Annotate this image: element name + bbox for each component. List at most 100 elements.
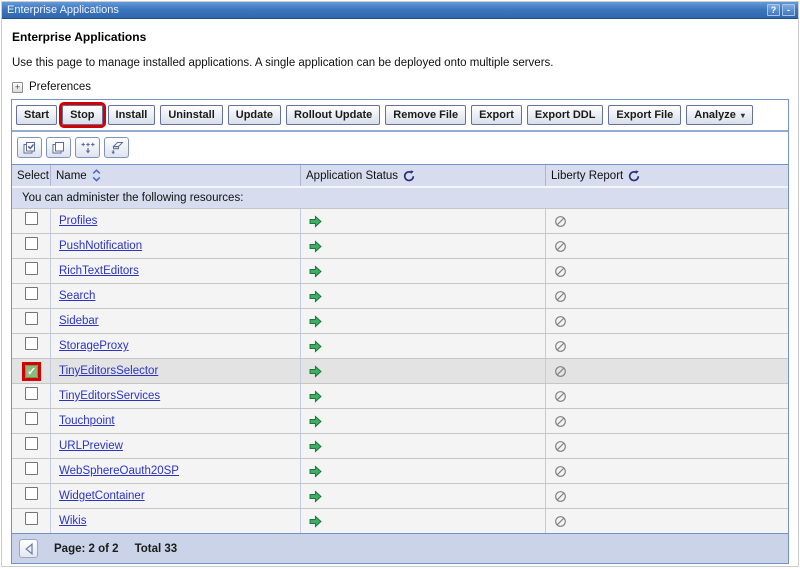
row-checkbox[interactable] [25,512,38,525]
row-checkbox[interactable] [25,237,38,250]
app-name-link[interactable]: RichTextEditors [59,265,139,277]
app-started-icon [309,240,322,253]
toolbar-button-uninstall[interactable]: Uninstall [160,105,222,125]
expand-icon[interactable]: + [12,82,23,93]
row-checkbox[interactable] [25,412,38,425]
app-started-icon [309,390,322,403]
table-row-storageproxy: StorageProxy [12,333,788,358]
row-checkbox[interactable] [25,437,38,450]
app-name-link[interactable]: Touchpoint [59,415,115,427]
app-name-link[interactable]: WebSphereOauth20SP [59,465,179,477]
app-name-link[interactable]: StorageProxy [59,340,129,352]
toolbar-button-export[interactable]: Export [471,105,522,125]
app-name-link[interactable]: TinyEditorsSelector [59,365,158,377]
not-available-icon [554,265,567,278]
app-started-icon [309,465,322,478]
column-header-select[interactable]: Select [12,165,50,186]
app-started-icon [309,315,322,328]
not-available-icon [554,415,567,428]
toolbar-button-export-file[interactable]: Export File [608,105,681,125]
preferences-label[interactable]: Preferences [29,81,91,93]
refresh-icon[interactable] [403,170,415,182]
app-name-link[interactable]: TinyEditorsServices [59,390,160,402]
table-header-row: Select Name Application Status Liberty R… [12,164,788,186]
table-row-tinyeditorsservices: TinyEditorsServices [12,383,788,408]
table-row-widgetcontainer: WidgetContainer [12,483,788,508]
app-name-link[interactable]: Search [59,290,95,302]
toolbar-button-stop[interactable]: Stop [62,105,102,125]
row-checkbox[interactable] [25,462,38,475]
portlet-window: Enterprise Applications ? - Enterprise A… [1,1,799,567]
row-checkbox[interactable] [25,487,38,500]
row-checkbox[interactable] [25,312,38,325]
row-checkbox[interactable] [25,387,38,400]
select-all-icon[interactable] [17,137,42,158]
column-header-application-status[interactable]: Application Status [300,165,545,186]
toolbar-button-update[interactable]: Update [228,105,281,125]
sort-updown-icon[interactable] [92,169,101,182]
toolbar-button-remove-file[interactable]: Remove File [385,105,466,125]
not-available-icon [554,315,567,328]
not-available-icon [554,240,567,253]
window-title: Enterprise Applications [5,4,765,16]
refresh-icon[interactable] [628,170,640,182]
help-button[interactable]: ? [767,4,780,16]
not-available-icon [554,390,567,403]
app-name-link[interactable]: Profiles [59,215,97,227]
table-row-touchpoint: Touchpoint [12,408,788,433]
row-checkbox[interactable] [25,365,38,378]
app-name-link[interactable]: URLPreview [59,440,123,452]
not-available-icon [554,440,567,453]
not-available-icon [554,465,567,478]
app-started-icon [309,365,322,378]
toolbar-button-export-ddl[interactable]: Export DDL [527,105,604,125]
app-name-link[interactable]: Sidebar [59,315,99,327]
row-checkbox[interactable] [25,262,38,275]
table-row-pushnotification: PushNotification [12,233,788,258]
toolbar-buttons: StartStop InstallUninstall UpdateRollout U… [12,100,788,132]
table-row-tinyeditorsselector: TinyEditorsSelector [12,358,788,383]
chevron-down-icon: ▾ [741,111,745,120]
page-description: Use this page to manage installed applic… [12,57,788,69]
toolbar-button-start[interactable]: Start [16,105,57,125]
pagination-bar: Page: 2 of 2 Total 33 [12,533,788,563]
minimize-button[interactable]: - [782,4,795,16]
app-started-icon [309,415,322,428]
table-row-profiles: Profiles [12,208,788,233]
app-started-icon [309,440,322,453]
selection-toolbar [12,132,788,164]
column-header-liberty-report[interactable]: Liberty Report [545,165,788,186]
page-indicator: Page: 2 of 2 [54,543,119,555]
app-name-link[interactable]: Wikis [59,515,86,527]
hide-filter-icon[interactable] [104,137,129,158]
table-row-sidebar: Sidebar [12,308,788,333]
app-started-icon [309,515,322,528]
app-name-link[interactable]: WidgetContainer [59,490,145,502]
applications-panel: StartStop InstallUninstall UpdateRollout U… [11,99,789,564]
app-started-icon [309,290,322,303]
show-filter-icon[interactable] [75,137,100,158]
analyze-dropdown-button[interactable]: Analyze▾ [686,105,753,125]
table-body: Profiles PushNotification [12,208,788,533]
table-row-search: Search [12,283,788,308]
column-header-name[interactable]: Name [50,165,300,186]
app-started-icon [309,215,322,228]
toolbar-button-rollout-update[interactable]: Rollout Update [286,105,380,125]
table-row-websphereoauth20sp: WebSphereOauth20SP [12,458,788,483]
not-available-icon [554,215,567,228]
row-checkbox[interactable] [25,337,38,350]
not-available-icon [554,340,567,353]
app-started-icon [309,490,322,503]
row-checkbox[interactable] [25,212,38,225]
deselect-all-icon[interactable] [46,137,71,158]
table-info-row: You can administer the following resourc… [12,186,788,208]
not-available-icon [554,290,567,303]
previous-page-button[interactable] [19,539,38,558]
table-row-wikis: Wikis [12,508,788,533]
row-checkbox[interactable] [25,287,38,300]
table-row-richtexteditors: RichTextEditors [12,258,788,283]
app-name-link[interactable]: PushNotification [59,240,142,252]
total-count: Total 33 [135,543,178,555]
window-titlebar: Enterprise Applications ? - [2,2,798,19]
toolbar-button-install[interactable]: Install [108,105,156,125]
